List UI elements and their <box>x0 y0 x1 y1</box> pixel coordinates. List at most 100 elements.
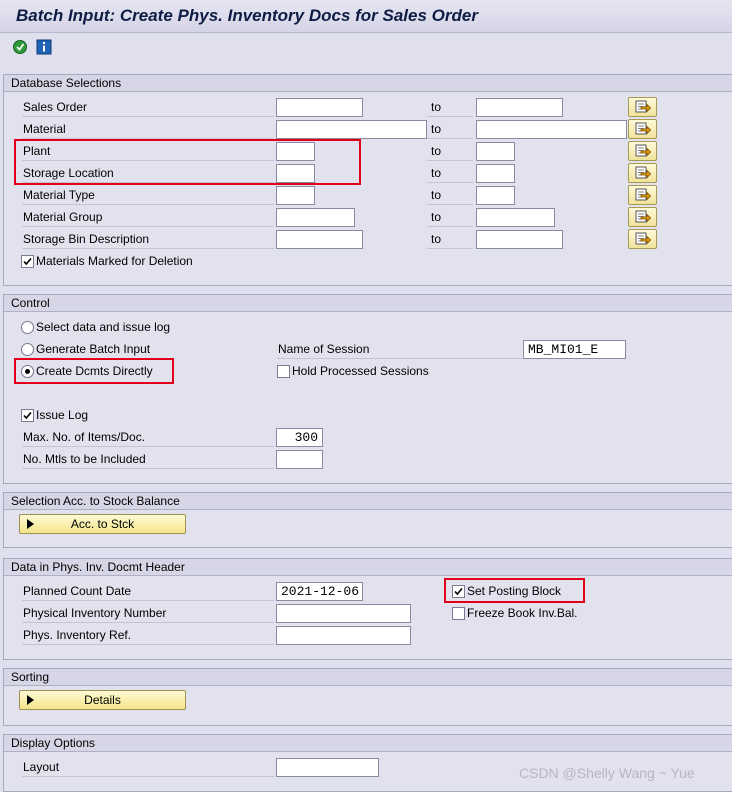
material-from-input[interactable] <box>276 120 427 139</box>
multiple-selection-icon <box>635 144 651 158</box>
sorting-group: Sorting Details <box>3 668 732 726</box>
materials-marked-for-deletion-checkbox[interactable] <box>21 255 34 268</box>
plant-to-input[interactable] <box>476 142 515 161</box>
materials-marked-for-deletion-label: Materials Marked for Deletion <box>36 254 193 268</box>
phys-inv-ref-input[interactable] <box>276 626 411 645</box>
storage-location-to-input[interactable] <box>476 164 515 183</box>
freeze-book-inv-bal-checkbox[interactable] <box>452 607 465 620</box>
group-title: Control <box>11 296 50 310</box>
phys-inv-number-input[interactable] <box>276 604 411 623</box>
storage-location-label: Storage Location <box>22 164 274 183</box>
multiple-selection-icon <box>635 210 651 224</box>
select-data-issue-log-radio[interactable] <box>21 321 34 334</box>
stock-balance-group: Selection Acc. to Stock Balance Acc. to … <box>3 492 732 548</box>
display-options-group: Display Options Layout <box>3 734 732 792</box>
acc-to-stck-button-label: Acc. to Stck <box>70 517 135 531</box>
material-type-from-input[interactable] <box>276 186 315 205</box>
layout-label: Layout <box>22 758 274 777</box>
plant-from-input[interactable] <box>276 142 315 161</box>
group-header: Control <box>4 295 732 312</box>
hold-processed-sessions-label: Hold Processed Sessions <box>292 364 429 378</box>
checkmark-icon <box>22 410 33 421</box>
max-items-label: Max. No. of Items/Doc. <box>22 428 274 447</box>
storage-bin-description-label: Storage Bin Description <box>22 230 274 249</box>
planned-count-date-label: Planned Count Date <box>22 582 274 601</box>
acc-to-stck-button[interactable]: Acc. to Stck <box>19 514 186 534</box>
material-group-from-input[interactable] <box>276 208 355 227</box>
to-label: to <box>427 142 473 161</box>
storage-location-multiple-selection-button[interactable] <box>628 163 657 183</box>
plant-multiple-selection-button[interactable] <box>628 141 657 161</box>
execute-icon[interactable] <box>12 39 28 55</box>
storage-bin-description-to-input[interactable] <box>476 230 563 249</box>
generate-batch-input-radio[interactable] <box>21 343 34 356</box>
title-bar: Batch Input: Create Phys. Inventory Docs… <box>0 0 732 33</box>
material-to-input[interactable] <box>476 120 627 139</box>
layout-input[interactable] <box>276 758 379 777</box>
to-label: to <box>427 98 473 117</box>
watermark: CSDN @Shelly Wang ~ Yue <box>519 765 695 781</box>
group-header: Display Options <box>4 735 732 752</box>
group-title: Database Selections <box>11 76 122 90</box>
select-data-issue-log-label: Select data and issue log <box>36 320 171 334</box>
storage-bin-description-multiple-selection-button[interactable] <box>628 229 657 249</box>
to-label: to <box>427 164 473 183</box>
group-title: Selection Acc. to Stock Balance <box>11 494 180 508</box>
group-title: Display Options <box>11 736 96 750</box>
max-items-input[interactable]: 300 <box>276 428 323 447</box>
material-group-to-input[interactable] <box>476 208 555 227</box>
storage-location-from-input[interactable] <box>276 164 315 183</box>
group-header: Sorting <box>4 669 732 686</box>
session-name-label: Name of Session <box>277 340 522 359</box>
sales-order-multiple-selection-button[interactable] <box>628 97 657 117</box>
phys-inv-ref-label: Phys. Inventory Ref. <box>22 626 274 645</box>
no-mtls-input[interactable] <box>276 450 323 469</box>
details-button-label: Details <box>84 693 121 707</box>
multiple-selection-icon <box>635 188 651 202</box>
session-name-input[interactable]: MB_MI01_E <box>523 340 626 359</box>
to-label: to <box>427 230 473 249</box>
group-title: Sorting <box>11 670 50 684</box>
multiple-selection-icon <box>635 122 651 136</box>
application-toolbar <box>0 33 732 63</box>
sales-order-to-input[interactable] <box>476 98 563 117</box>
no-mtls-label: No. Mtls to be Included <box>22 450 274 469</box>
checkmark-icon <box>22 256 33 267</box>
material-type-to-input[interactable] <box>476 186 515 205</box>
sales-order-from-input[interactable] <box>276 98 363 117</box>
create-dcmts-directly-label: Create Dcmts Directly <box>36 364 153 378</box>
to-label: to <box>427 208 473 227</box>
sales-order-label: Sales Order <box>22 98 274 117</box>
details-button[interactable]: Details <box>19 690 186 710</box>
material-type-multiple-selection-button[interactable] <box>628 185 657 205</box>
to-label: to <box>427 186 473 205</box>
group-header: Data in Phys. Inv. Docmt Header <box>4 559 732 576</box>
planned-count-date-input[interactable]: 2021-12-06 <box>276 582 363 601</box>
hold-processed-sessions-checkbox[interactable] <box>277 365 290 378</box>
material-multiple-selection-button[interactable] <box>628 119 657 139</box>
to-label: to <box>427 120 473 139</box>
set-posting-block-label: Set Posting Block <box>467 584 562 598</box>
material-type-label: Material Type <box>22 186 274 205</box>
generate-batch-input-label: Generate Batch Input <box>36 342 151 356</box>
page-title: Batch Input: Create Phys. Inventory Docs… <box>16 6 478 25</box>
multiple-selection-icon <box>635 232 651 246</box>
control-group: Control Select data and issue log Genera… <box>3 294 732 484</box>
issue-log-checkbox[interactable] <box>21 409 34 422</box>
group-header: Database Selections <box>4 75 732 92</box>
group-header: Selection Acc. to Stock Balance <box>4 493 732 510</box>
material-label: Material <box>22 120 274 139</box>
set-posting-block-checkbox[interactable] <box>452 585 465 598</box>
info-icon[interactable] <box>36 39 52 55</box>
issue-log-label: Issue Log <box>36 408 89 422</box>
storage-bin-description-from-input[interactable] <box>276 230 363 249</box>
phys-inv-number-label: Physical Inventory Number <box>22 604 274 623</box>
multiple-selection-icon <box>635 100 651 114</box>
freeze-book-inv-bal-label: Freeze Book Inv.Bal. <box>467 606 578 620</box>
database-selections-group: Database Selections Sales Order to Mater… <box>3 74 732 286</box>
create-dcmts-directly-radio[interactable] <box>21 365 34 378</box>
material-group-label: Material Group <box>22 208 274 227</box>
material-group-multiple-selection-button[interactable] <box>628 207 657 227</box>
group-title: Data in Phys. Inv. Docmt Header <box>11 560 185 574</box>
multiple-selection-icon <box>635 166 651 180</box>
